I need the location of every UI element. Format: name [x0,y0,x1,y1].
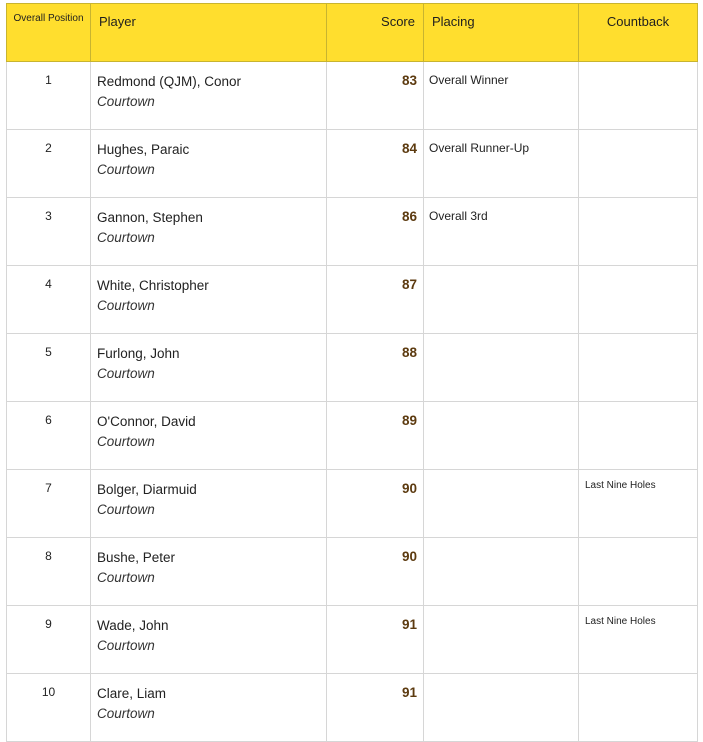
column-header-position[interactable]: Overall Position [6,3,91,62]
column-header-placing[interactable]: Placing [423,3,579,62]
placing-cell [423,469,579,538]
results-table-header: Overall Position Player Score Placing Co… [6,3,698,62]
table-row: 2 Hughes, Paraic Courtown 84 Overall Runner-… [6,129,698,198]
countback-cell [578,129,698,198]
countback-cell [578,197,698,266]
placing-cell [423,673,579,742]
position-cell: 9 [6,605,91,674]
placing-cell [423,605,579,674]
table-row: 4 White, Christopher Courtown 87 [6,265,698,334]
player-club: Courtown [97,366,155,381]
table-row: 9 Wade, John Courtown 91 Last Nine Holes [6,605,698,674]
player-club: Courtown [97,570,155,585]
player-name[interactable]: O'Connor, David [97,412,326,432]
table-row: 7 Bolger, Diarmuid Courtown 90 Last Nine Hol… [6,469,698,538]
player-club: Courtown [97,434,155,449]
position-cell: 10 [6,673,91,742]
table-row: 5 Furlong, John Courtown 88 [6,333,698,402]
score-cell: 83 [326,61,424,130]
position-cell: 2 [6,129,91,198]
position-cell: 1 [6,61,91,130]
table-row: 8 Bushe, Peter Courtown 90 [6,537,698,606]
player-club: Courtown [97,230,155,245]
placing-cell [423,537,579,606]
position-cell: 3 [6,197,91,266]
player-club: Courtown [97,94,155,109]
player-cell: Wade, John Courtown [90,605,327,674]
player-cell: Bolger, Diarmuid Courtown [90,469,327,538]
player-club: Courtown [97,162,155,177]
placing-cell: Overall Winner [423,61,579,130]
results-table: Overall Position Player Score Placing Co… [6,3,698,742]
player-name[interactable]: Gannon, Stephen [97,208,326,228]
player-cell: White, Christopher Courtown [90,265,327,334]
countback-cell: Last Nine Holes [578,605,698,674]
player-cell: Redmond (QJM), Conor Courtown [90,61,327,130]
player-name[interactable]: Furlong, John [97,344,326,364]
placing-cell [423,333,579,402]
results-table-body: 1 Redmond (QJM), Conor Courtown 83 Overall W… [6,61,698,742]
score-cell: 89 [326,401,424,470]
player-cell: Hughes, Paraic Courtown [90,129,327,198]
countback-cell [578,401,698,470]
position-cell: 7 [6,469,91,538]
table-row: 1 Redmond (QJM), Conor Courtown 83 Overall W… [6,61,698,130]
score-cell: 90 [326,469,424,538]
header-row: Overall Position Player Score Placing Co… [6,3,698,62]
player-club: Courtown [97,298,155,313]
player-cell: Furlong, John Courtown [90,333,327,402]
countback-cell [578,537,698,606]
player-name[interactable]: Hughes, Paraic [97,140,326,160]
player-name[interactable]: White, Christopher [97,276,326,296]
countback-cell [578,265,698,334]
table-row: 3 Gannon, Stephen Courtown 86 Overall 3rd [6,197,698,266]
column-header-countback[interactable]: Countback [578,3,698,62]
score-cell: 91 [326,605,424,674]
placing-cell: Overall 3rd [423,197,579,266]
player-club: Courtown [97,638,155,653]
countback-cell: Last Nine Holes [578,469,698,538]
player-cell: O'Connor, David Courtown [90,401,327,470]
player-name[interactable]: Clare, Liam [97,684,326,704]
column-header-score[interactable]: Score [326,3,424,62]
score-cell: 87 [326,265,424,334]
position-cell: 8 [6,537,91,606]
countback-cell [578,333,698,402]
score-cell: 91 [326,673,424,742]
placing-cell [423,265,579,334]
table-row: 6 O'Connor, David Courtown 89 [6,401,698,470]
player-club: Courtown [97,502,155,517]
player-name[interactable]: Wade, John [97,616,326,636]
column-header-player[interactable]: Player [90,3,327,62]
player-cell: Bushe, Peter Courtown [90,537,327,606]
player-name[interactable]: Bolger, Diarmuid [97,480,326,500]
score-cell: 84 [326,129,424,198]
countback-cell [578,61,698,130]
player-name[interactable]: Bushe, Peter [97,548,326,568]
player-name[interactable]: Redmond (QJM), Conor [97,72,326,92]
player-cell: Gannon, Stephen Courtown [90,197,327,266]
position-cell: 5 [6,333,91,402]
position-cell: 4 [6,265,91,334]
table-row: 10 Clare, Liam Courtown 91 [6,673,698,742]
placing-cell: Overall Runner-Up [423,129,579,198]
score-cell: 88 [326,333,424,402]
position-cell: 6 [6,401,91,470]
score-cell: 86 [326,197,424,266]
player-cell: Clare, Liam Courtown [90,673,327,742]
placing-cell [423,401,579,470]
score-cell: 90 [326,537,424,606]
countback-cell [578,673,698,742]
player-club: Courtown [97,706,155,721]
